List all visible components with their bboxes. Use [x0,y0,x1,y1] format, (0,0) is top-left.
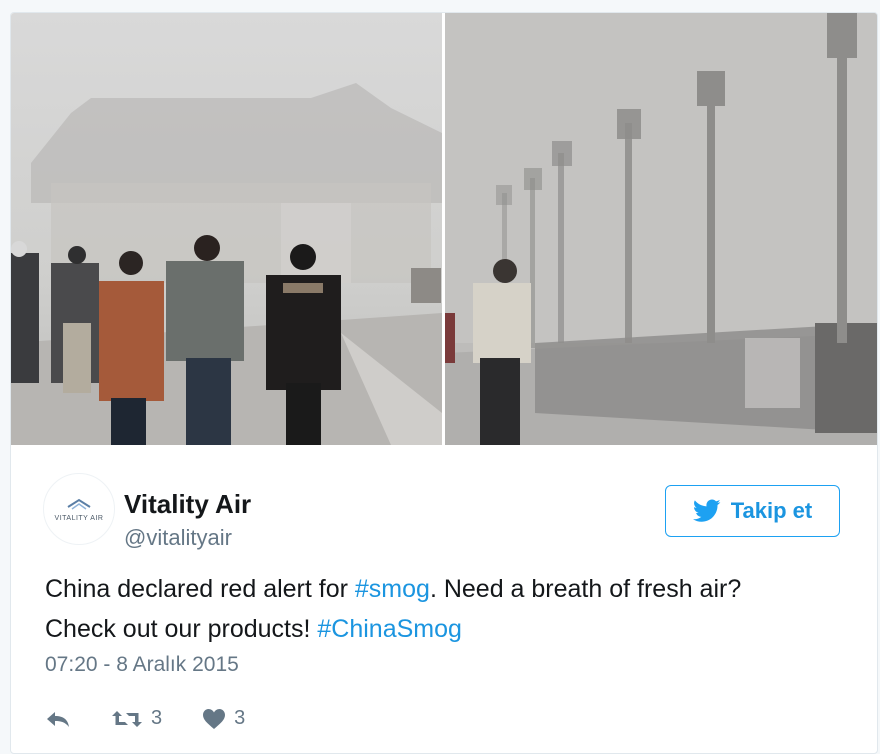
avatar-logo-text: VITALITY AIR [54,514,104,522]
follow-button-label: Takip et [730,498,813,523]
like-count: 3 [234,707,246,729]
tweet-body: VITALITY AIR Vitality Air @vitalityair T… [11,445,877,753]
tweet-card: VITALITY AIR Vitality Air @vitalityair T… [10,12,878,754]
tweet-timestamp[interactable]: 07:20 - 8 Aralık 2015 [45,653,239,677]
tweet-text: China declared red alert for #smog. Need… [45,569,845,649]
retweet-icon [112,710,142,727]
hashtag-link[interactable]: #ChinaSmog [317,615,462,643]
tweet-actions: 3 3 [45,707,285,730]
retweet-button[interactable]: 3 [111,707,162,730]
vitality-air-logo-icon [67,498,91,510]
user-display-name[interactable]: Vitality Air [124,489,251,520]
retweet-count: 3 [151,707,163,729]
photo-icon [11,13,442,445]
like-button[interactable]: 3 [202,707,245,730]
twitter-bird-icon [692,499,721,522]
tweet-text-part: Check out our products! [45,615,318,643]
photo-smog-temple[interactable] [11,13,442,445]
photo-icon [445,13,877,445]
user-handle[interactable]: @vitalityair [124,525,232,551]
reply-button[interactable] [45,709,71,729]
hashtag-link[interactable]: #smog [355,575,430,603]
reply-icon [47,711,69,727]
photo-smog-promenade[interactable] [445,13,877,445]
avatar[interactable]: VITALITY AIR [43,473,115,545]
heart-icon [203,708,226,729]
tweet-text-part: . Need a breath of fresh air? [429,575,742,603]
tweet-text-part: China declared red alert for [45,575,355,603]
tweet-media [11,13,877,445]
follow-button[interactable]: Takip et [665,485,840,537]
